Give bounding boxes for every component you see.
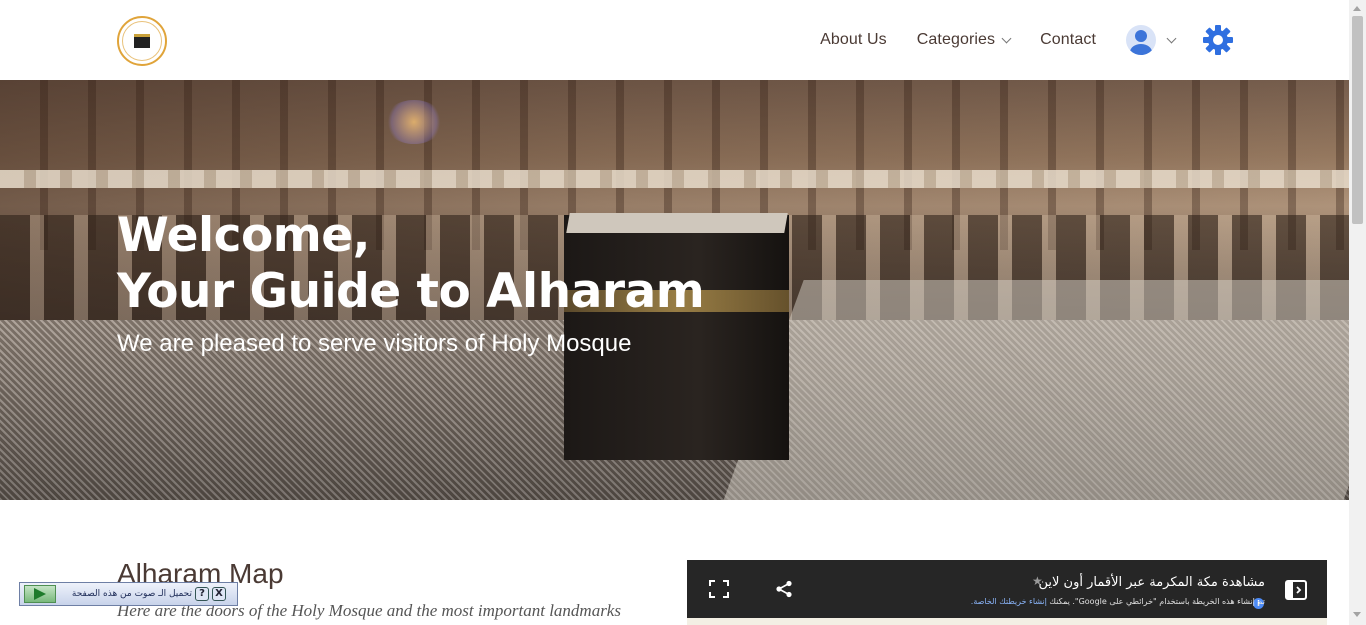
nav-categories-label: Categories [916, 31, 996, 48]
scroll-down-arrow-icon[interactable] [1353, 612, 1361, 617]
nav-categories[interactable]: Categories [916, 31, 1012, 49]
gear-icon[interactable] [1202, 24, 1234, 56]
nav-contact[interactable]: Contact [1040, 31, 1096, 49]
fullscreen-icon[interactable] [709, 580, 729, 598]
chevron-down-icon [1001, 33, 1012, 43]
scroll-thumb[interactable] [1352, 16, 1363, 224]
map-title: مشاهدة مكة المكرمة عبر الأقمار أون لاين [1038, 575, 1265, 590]
help-icon[interactable]: ? [195, 587, 209, 601]
chevron-down-icon [1166, 33, 1177, 43]
hero-subtitle: We are pleased to serve visitors of Holy… [117, 330, 632, 357]
page: About Us Categories Contact Welcome, You… [0, 0, 1366, 625]
map-embed[interactable]: ★ مشاهدة مكة المكرمة عبر الأقمار أون لاي… [687, 560, 1327, 625]
user-avatar-icon [1126, 25, 1156, 55]
map-preview [687, 618, 1327, 625]
nav-about-us[interactable]: About Us [820, 31, 887, 49]
create-map-link[interactable]: إنشاء خريطتك الخاصة. [971, 597, 1047, 606]
hero-text: Welcome, Your Guide to Alharam We are pl… [117, 208, 705, 358]
user-menu[interactable] [1126, 25, 1177, 55]
audio-widget: تحميل الـ صوت من هذه الصفحة ? X [19, 582, 238, 606]
audio-download-label[interactable]: تحميل الـ صوت من هذه الصفحة [62, 589, 192, 599]
play-icon[interactable] [24, 585, 56, 603]
hero-title-line1: Welcome, [117, 208, 371, 263]
map-note: تم إنشاء هذه الخريطة باستخدام "خرائطي عل… [971, 597, 1265, 606]
share-icon[interactable] [775, 580, 793, 598]
side-panel-icon[interactable] [1285, 580, 1307, 600]
site-logo[interactable] [117, 16, 167, 66]
nav-links: About Us Categories Contact [820, 0, 1096, 80]
map-note-text: تم إنشاء هذه الخريطة باستخدام "خرائطي عل… [1046, 597, 1265, 606]
close-icon[interactable]: X [212, 587, 226, 601]
scroll-up-arrow-icon[interactable] [1353, 6, 1361, 11]
hero-title-line2: Your Guide to Alharam [117, 264, 705, 319]
scrollbar[interactable] [1349, 0, 1366, 625]
navbar: About Us Categories Contact [0, 0, 1349, 80]
kaaba-logo-icon [122, 21, 162, 61]
hero-banner: Welcome, Your Guide to Alharam We are pl… [0, 80, 1349, 500]
